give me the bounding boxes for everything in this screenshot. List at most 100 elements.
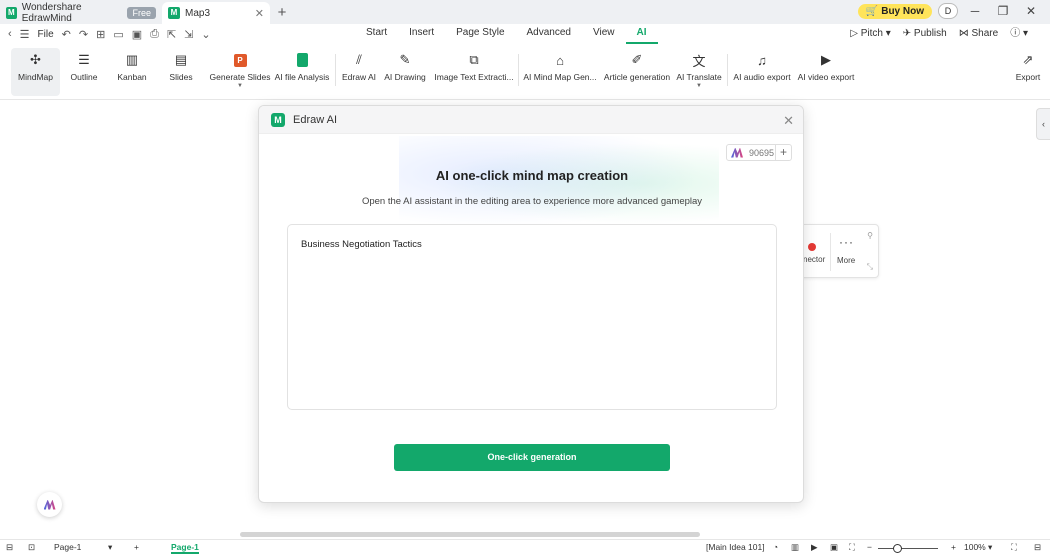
- zoom-level[interactable]: 100%: [964, 542, 986, 552]
- panel-toggle-icon[interactable]: ⊟: [1034, 542, 1041, 553]
- ai-audio-export-label: AI audio export: [733, 72, 791, 82]
- tab-view[interactable]: View: [582, 24, 626, 44]
- main-idea-count: [Main Idea 101]: [706, 542, 765, 552]
- edraw-ai-dialog: M Edraw AI ✕ 90695 + AI one-click mind m…: [258, 105, 804, 503]
- publish-button[interactable]: ✈ Publish: [903, 24, 947, 44]
- ai-assistant-button[interactable]: [37, 492, 62, 517]
- tab-page-style[interactable]: Page Style: [445, 24, 515, 44]
- close-window-icon[interactable]: ✕: [1020, 4, 1042, 18]
- kanban-icon: ▥: [125, 52, 139, 67]
- document-tab[interactable]: M Map3 ✕: [162, 2, 270, 24]
- edraw-ai-label: Edraw AI: [341, 72, 377, 82]
- one-click-generation-button[interactable]: One-click generation: [394, 444, 670, 471]
- floating-divider: [830, 233, 831, 271]
- image-text-extraction-button[interactable]: ⧉ Image Text Extracti...: [434, 48, 513, 96]
- video-export-icon: ▶: [821, 52, 831, 67]
- prompt-input[interactable]: Business Negotiation Tactics: [287, 224, 777, 410]
- theme-icon[interactable]: ◔: [773, 542, 778, 552]
- add-credits-button[interactable]: +: [775, 145, 791, 160]
- full-screen-icon[interactable]: ⛶: [1011, 542, 1017, 553]
- play-icon[interactable]: ▶: [811, 542, 818, 553]
- image-text-extraction-label: Image Text Extracti...: [434, 72, 514, 82]
- zoom-slider[interactable]: [878, 548, 938, 549]
- edraw-ai-button[interactable]: ⫽ Edraw AI: [340, 48, 378, 96]
- back-icon[interactable]: ‹: [8, 28, 12, 40]
- tab-advanced[interactable]: Advanced: [516, 24, 582, 44]
- export-file-icon[interactable]: ⇱: [167, 28, 176, 41]
- zoom-out-icon[interactable]: −: [867, 542, 872, 552]
- more-label[interactable]: More: [837, 256, 855, 265]
- horizontal-scrollbar[interactable]: [240, 532, 700, 537]
- app-name: Wondershare EdrawMind: [21, 2, 82, 24]
- view-slides-button[interactable]: ▤ Slides: [161, 48, 201, 96]
- chevron-down-icon[interactable]: ▾: [108, 542, 112, 553]
- print-icon[interactable]: ⎙: [150, 28, 159, 41]
- fullscreen-icon[interactable]: ⛶: [849, 542, 855, 553]
- tab-insert[interactable]: Insert: [398, 24, 445, 44]
- help-icon[interactable]: ⓘ ▾: [1010, 24, 1028, 44]
- generate-slides-label: Generate Slides: [209, 72, 271, 82]
- article-icon: ✐: [631, 52, 643, 67]
- collapse-side-panel-icon[interactable]: ‹: [1036, 108, 1050, 140]
- fit-page-icon[interactable]: ▣: [830, 542, 838, 553]
- cart-icon: 🛒: [865, 5, 879, 17]
- view-mindmap-button[interactable]: ✣ MindMap: [11, 48, 60, 96]
- add-page-icon[interactable]: +: [134, 542, 139, 552]
- ai-audio-export-button[interactable]: ♫ AI audio export: [733, 48, 791, 96]
- image-text-icon: ⧉: [469, 52, 479, 67]
- ai-video-export-button[interactable]: ▶ AI video export: [798, 48, 855, 96]
- view-kanban-button[interactable]: ▥ Kanban: [111, 48, 153, 96]
- undo-icon[interactable]: ↶: [62, 28, 71, 41]
- tab-ai[interactable]: AI: [625, 24, 658, 44]
- article-generation-button[interactable]: ✐ Article generation: [604, 48, 670, 96]
- export-label: Export: [1015, 72, 1041, 82]
- ai-credits-counter: 90695 +: [726, 144, 792, 161]
- page-view-icon[interactable]: ⊡: [28, 542, 35, 553]
- ribbon-divider: [727, 54, 728, 86]
- ai-translate-button[interactable]: 文 AI Translate ▼: [676, 48, 722, 96]
- page-select[interactable]: Page-1: [54, 542, 81, 552]
- page-tab[interactable]: Page-1: [171, 542, 199, 554]
- title-bar: M Wondershare EdrawMind Free M Map3 ✕ + …: [0, 0, 1050, 24]
- menu-bar: ‹ ☰ File ↶ ↷ ⊞ ▭ ▣ ⎙ ⇱ ⇲ ⌄ Start Insert …: [0, 24, 1050, 44]
- generate-slides-button[interactable]: P Generate Slides ▼: [209, 48, 271, 96]
- save-icon[interactable]: ▣: [132, 28, 142, 41]
- tab-start[interactable]: Start: [355, 24, 398, 44]
- zoom-slider-handle[interactable]: [893, 544, 902, 553]
- share-button[interactable]: ⋈ Share: [959, 24, 998, 44]
- page-list-icon[interactable]: ⊟: [6, 542, 13, 553]
- app-tab[interactable]: M Wondershare EdrawMind Free: [0, 2, 162, 24]
- connector-label[interactable]: nector: [803, 255, 825, 264]
- slides-icon: ▤: [174, 52, 188, 67]
- redo-icon[interactable]: ↷: [79, 28, 88, 41]
- export-button[interactable]: ⇗ Export: [1013, 48, 1043, 96]
- pitch-button[interactable]: ▷ Pitch ▾: [850, 24, 891, 44]
- new-tab-button[interactable]: +: [270, 2, 294, 24]
- layout-icon[interactable]: ▥: [791, 542, 799, 553]
- share-file-icon[interactable]: ⇲: [184, 28, 193, 41]
- more-icon[interactable]: ···: [839, 235, 854, 249]
- view-outline-button[interactable]: ☰ Outline: [64, 48, 104, 96]
- view-kanban-label: Kanban: [117, 72, 147, 82]
- menu-icon[interactable]: ☰: [20, 28, 30, 41]
- open-folder-icon[interactable]: ▭: [113, 28, 123, 41]
- ai-mind-map-gen-button[interactable]: ⌂ AI Mind Map Gen...: [523, 48, 596, 96]
- restore-icon[interactable]: ❐: [992, 4, 1014, 18]
- file-menu[interactable]: File: [38, 29, 54, 40]
- ai-drawing-label: AI Drawing: [384, 72, 426, 82]
- close-tab-icon[interactable]: ✕: [255, 7, 264, 20]
- buy-now-button[interactable]: 🛒 Buy Now: [857, 3, 932, 19]
- more-options-icon[interactable]: ⌄: [201, 28, 210, 41]
- minimize-icon[interactable]: ─: [964, 4, 986, 18]
- avatar[interactable]: D: [938, 3, 958, 19]
- new-file-icon[interactable]: ⊞: [96, 28, 105, 41]
- zoom-in-icon[interactable]: +: [951, 542, 956, 552]
- pin-icon[interactable]: ⚲: [867, 231, 873, 240]
- ai-file-analysis-button[interactable]: AI file Analysis: [274, 48, 330, 96]
- connector-icon[interactable]: [808, 243, 816, 251]
- expand-icon[interactable]: ⤡: [867, 262, 873, 272]
- chevron-down-icon[interactable]: ▾: [988, 542, 992, 553]
- close-dialog-icon[interactable]: ✕: [783, 113, 794, 129]
- ai-drawing-button[interactable]: ✎ AI Drawing: [384, 48, 426, 96]
- edrawmind-logo-icon: M: [6, 7, 17, 19]
